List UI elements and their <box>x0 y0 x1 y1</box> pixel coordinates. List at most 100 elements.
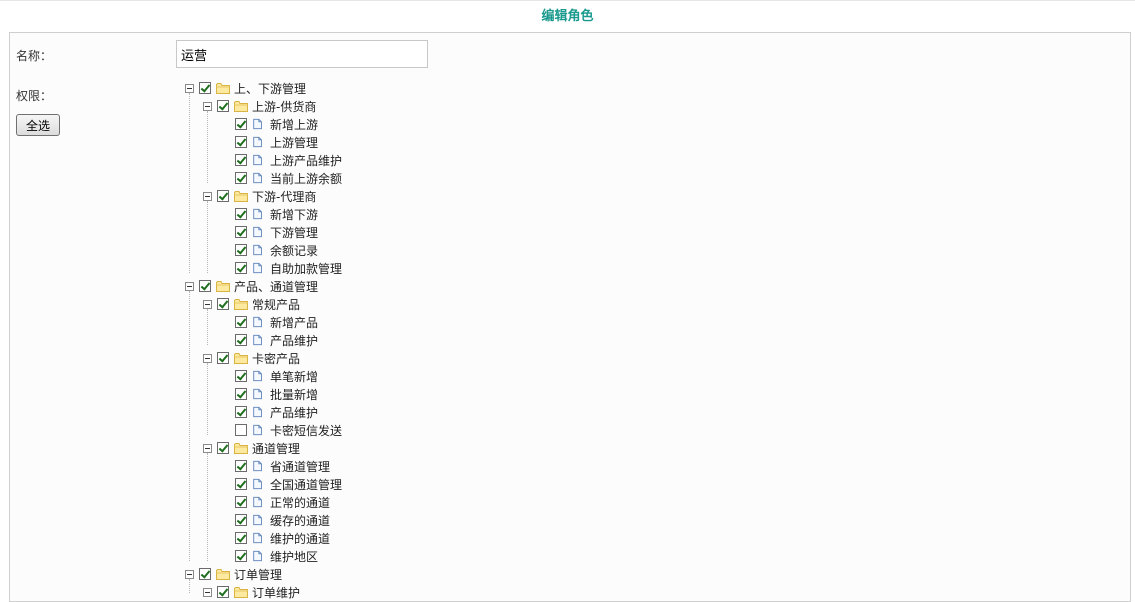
file-icon <box>252 532 270 544</box>
node-label: 产品维护 <box>270 333 319 348</box>
tree-leaf-node[interactable]: 维护的通道 <box>221 529 330 547</box>
node-label: 维护地区 <box>270 549 319 564</box>
file-icon <box>252 550 270 562</box>
tree-leaf-node[interactable]: 上游管理 <box>221 133 318 151</box>
tree-folder-node[interactable]: 上游-供货商 <box>203 97 316 115</box>
folder-icon <box>216 568 234 580</box>
permission-checkbox[interactable] <box>235 370 247 382</box>
tree-leaf-node[interactable]: 自助加款管理 <box>221 259 342 277</box>
tree-folder-node[interactable]: 产品、通道管理 <box>185 277 318 295</box>
permission-checkbox[interactable] <box>235 460 247 472</box>
file-icon <box>252 262 270 274</box>
permission-checkbox[interactable] <box>235 388 247 400</box>
permission-checkbox[interactable] <box>235 208 247 220</box>
tree-folder-node[interactable]: 订单维护 <box>203 583 300 601</box>
collapse-toggle-icon[interactable] <box>203 299 212 309</box>
permission-checkbox[interactable] <box>235 244 247 256</box>
file-icon <box>252 316 270 328</box>
collapse-toggle-icon[interactable] <box>203 353 212 363</box>
permission-checkbox[interactable] <box>199 568 211 580</box>
permission-checkbox[interactable] <box>217 442 229 454</box>
collapse-toggle-icon[interactable] <box>203 587 212 597</box>
tree-leaf-node[interactable]: 维护地区 <box>221 547 318 565</box>
node-label: 上游-供货商 <box>252 99 317 114</box>
tree-leaf-node[interactable]: 省通道管理 <box>221 457 330 475</box>
permission-checkbox[interactable] <box>217 586 229 598</box>
permission-checkbox[interactable] <box>235 226 247 238</box>
permission-checkbox[interactable] <box>217 190 229 202</box>
node-label: 全国通道管理 <box>270 477 343 492</box>
collapse-toggle-icon[interactable] <box>203 443 212 453</box>
node-label: 上、下游管理 <box>234 81 307 96</box>
tree-leaf-node[interactable]: 产品维护 <box>221 403 318 421</box>
permission-checkbox[interactable] <box>235 478 247 490</box>
permission-checkbox[interactable] <box>235 118 247 130</box>
tree-leaf-node[interactable]: 缓存的通道 <box>221 511 330 529</box>
collapse-toggle-icon[interactable] <box>185 83 194 93</box>
file-icon <box>252 118 270 130</box>
tree-folder-node[interactable]: 卡密产品 <box>203 349 300 367</box>
permission-checkbox[interactable] <box>199 280 211 292</box>
node-label: 批量新增 <box>270 387 319 402</box>
permission-checkbox[interactable] <box>235 532 247 544</box>
node-label: 订单管理 <box>234 567 283 582</box>
node-label: 单笔新增 <box>270 369 319 384</box>
folder-icon <box>234 298 252 310</box>
tree-leaf-node[interactable]: 单笔新增 <box>221 367 318 385</box>
file-icon <box>252 334 270 346</box>
tree-leaf-node[interactable]: 产品维护 <box>221 331 318 349</box>
tree-leaf-node[interactable]: 卡密短信发送 <box>221 421 342 439</box>
tree-leaf-node[interactable]: 上游产品维护 <box>221 151 342 169</box>
collapse-toggle-icon[interactable] <box>185 569 194 579</box>
permission-checkbox[interactable] <box>235 154 247 166</box>
permission-checkbox[interactable] <box>217 100 229 112</box>
permission-checkbox[interactable] <box>235 406 247 418</box>
collapse-toggle-icon[interactable] <box>203 101 212 111</box>
tree-guide-line <box>207 453 208 561</box>
file-icon <box>252 478 270 490</box>
tree-leaf-node[interactable]: 新增下游 <box>221 205 318 223</box>
node-label: 当前上游余额 <box>270 171 343 186</box>
file-icon <box>252 388 270 400</box>
permission-checkbox[interactable] <box>235 316 247 328</box>
permission-checkbox[interactable] <box>217 298 229 310</box>
tree-leaf-node[interactable]: 正常的通道 <box>221 493 330 511</box>
permission-checkbox[interactable] <box>235 550 247 562</box>
node-label: 新增下游 <box>270 207 319 222</box>
file-icon <box>252 244 270 256</box>
permission-checkbox[interactable] <box>235 496 247 508</box>
node-label: 正常的通道 <box>270 495 331 510</box>
tree-folder-node[interactable]: 订单管理 <box>185 565 282 583</box>
tree-folder-node[interactable]: 通道管理 <box>203 439 300 457</box>
tree-leaf-node[interactable]: 批量新增 <box>221 385 318 403</box>
node-label: 常规产品 <box>252 297 301 312</box>
permission-checkbox[interactable] <box>235 172 247 184</box>
tree-folder-node[interactable]: 上、下游管理 <box>185 79 306 97</box>
permission-checkbox[interactable] <box>217 352 229 364</box>
permission-checkbox[interactable] <box>235 136 247 148</box>
node-label: 下游管理 <box>270 225 319 240</box>
tree-leaf-node[interactable]: 新增产品 <box>221 313 318 331</box>
tree-leaf-node[interactable]: 新增上游 <box>221 115 318 133</box>
collapse-toggle-icon[interactable] <box>185 281 194 291</box>
tree-leaf-node[interactable]: 余额记录 <box>221 241 318 259</box>
permission-checkbox[interactable] <box>199 82 211 94</box>
tree-guide-line <box>207 201 208 273</box>
permission-checkbox[interactable] <box>235 424 247 436</box>
tree-leaf-node[interactable]: 当前上游余额 <box>221 169 342 187</box>
collapse-toggle-icon[interactable] <box>203 191 212 201</box>
tree-leaf-node[interactable]: 全国通道管理 <box>221 475 342 493</box>
tree-leaf-node[interactable]: 下游管理 <box>221 223 318 241</box>
permission-checkbox[interactable] <box>235 514 247 526</box>
node-label: 下游-代理商 <box>252 189 317 204</box>
tree-folder-node[interactable]: 下游-代理商 <box>203 187 316 205</box>
permission-checkbox[interactable] <box>235 334 247 346</box>
tree-folder-node[interactable]: 常规产品 <box>203 295 300 313</box>
permission-checkbox[interactable] <box>235 262 247 274</box>
